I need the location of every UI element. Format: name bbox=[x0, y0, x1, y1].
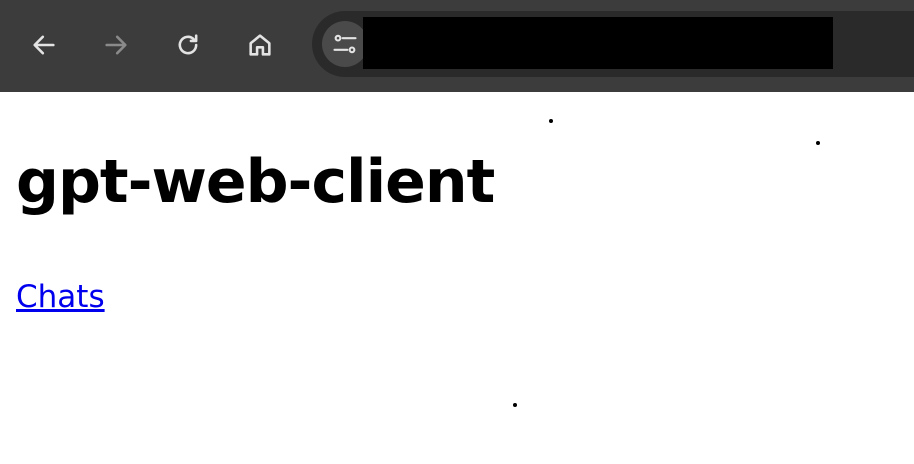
browser-toolbar bbox=[0, 0, 914, 92]
stray-dot bbox=[549, 119, 553, 123]
back-button[interactable] bbox=[24, 25, 64, 65]
address-bar[interactable] bbox=[312, 11, 914, 77]
reload-icon bbox=[178, 34, 198, 55]
page-content: gpt-web-client Chats bbox=[0, 92, 914, 464]
page-title: gpt-web-client bbox=[16, 147, 495, 217]
stray-dot bbox=[816, 141, 820, 145]
reload-button[interactable] bbox=[168, 25, 208, 65]
url-input[interactable] bbox=[363, 17, 833, 69]
site-info-button[interactable] bbox=[322, 21, 368, 67]
chats-link[interactable]: Chats bbox=[16, 277, 105, 317]
forward-button[interactable] bbox=[96, 25, 136, 65]
arrow-left-icon bbox=[33, 35, 55, 55]
home-icon bbox=[249, 34, 271, 56]
arrow-right-icon bbox=[105, 35, 127, 55]
stray-dot bbox=[513, 403, 517, 407]
tune-icon bbox=[333, 34, 357, 54]
home-button[interactable] bbox=[240, 25, 280, 65]
